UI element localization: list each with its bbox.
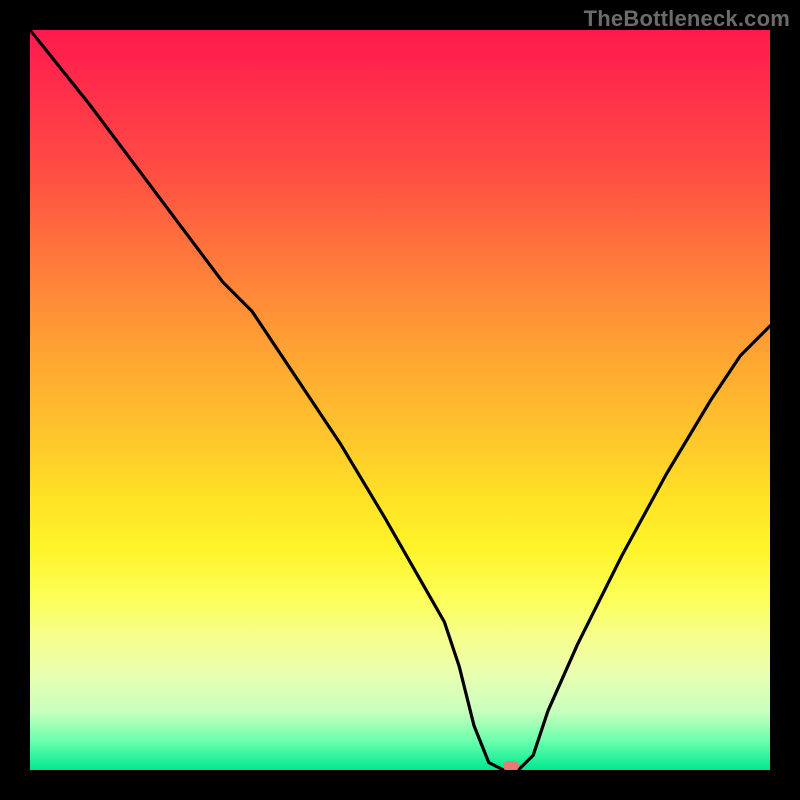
- optimal-point-marker: [503, 761, 519, 770]
- plot-area: [30, 30, 770, 770]
- chart-frame: TheBottleneck.com: [0, 0, 800, 800]
- bottleneck-curve: [30, 30, 770, 770]
- watermark-text: TheBottleneck.com: [584, 6, 790, 32]
